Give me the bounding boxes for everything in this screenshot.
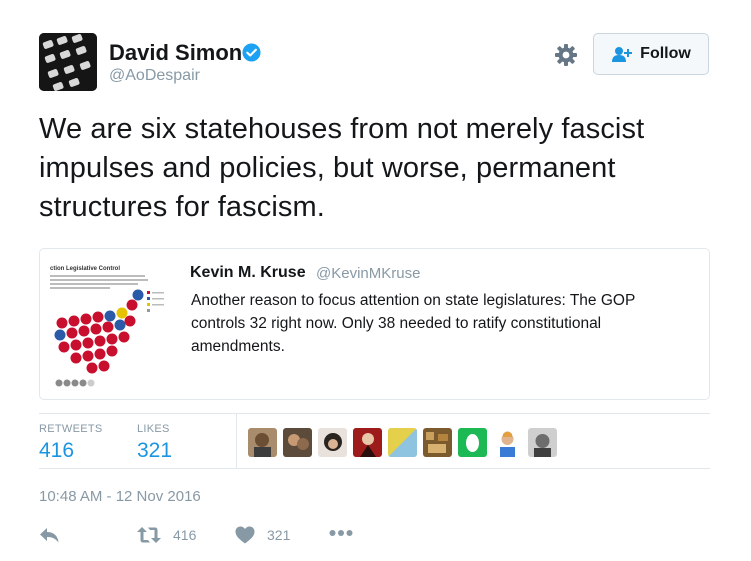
liker-avatar[interactable] bbox=[493, 428, 522, 457]
reply-button[interactable] bbox=[39, 526, 61, 544]
follow-button[interactable]: Follow bbox=[593, 33, 709, 75]
reply-icon bbox=[40, 528, 59, 543]
tweet-timestamp[interactable]: 10:48 AM - 12 Nov 2016 bbox=[39, 488, 201, 505]
stats-separator bbox=[236, 414, 237, 468]
likes-label[interactable]: LIKES bbox=[137, 423, 170, 435]
like-action-count: 321 bbox=[267, 527, 291, 543]
heart-icon bbox=[235, 526, 255, 544]
stats-bottom-divider bbox=[39, 468, 710, 469]
quoted-author-handle[interactable]: @KevinMKruse bbox=[316, 265, 420, 282]
liker-avatars bbox=[248, 428, 557, 457]
hex-map-image bbox=[50, 275, 164, 387]
retweet-icon bbox=[137, 527, 161, 543]
retweet-button[interactable]: 416 bbox=[137, 526, 196, 544]
quoted-tweet-card[interactable]: ction Legislative Control Kevin M. Kruse… bbox=[39, 248, 710, 400]
liker-avatar[interactable] bbox=[353, 428, 382, 457]
likes-count[interactable]: 321 bbox=[137, 439, 172, 463]
retweet-action-count: 416 bbox=[173, 527, 197, 543]
liker-avatar[interactable] bbox=[528, 428, 557, 457]
liker-avatar[interactable] bbox=[388, 428, 417, 457]
gear-icon[interactable] bbox=[554, 43, 578, 67]
retweets-count[interactable]: 416 bbox=[39, 439, 74, 463]
liker-avatar[interactable] bbox=[283, 428, 312, 457]
more-options-button[interactable] bbox=[329, 529, 353, 537]
stats-top-divider bbox=[39, 413, 710, 414]
liker-avatar[interactable] bbox=[318, 428, 347, 457]
liker-avatar[interactable] bbox=[458, 428, 487, 457]
author-name[interactable]: David Simon bbox=[109, 40, 242, 66]
liker-avatar[interactable] bbox=[423, 428, 452, 457]
tweet-text: We are six statehouses from not merely f… bbox=[39, 113, 645, 223]
quoted-author-name[interactable]: Kevin M. Kruse bbox=[190, 264, 306, 282]
retweets-label[interactable]: RETWEETS bbox=[39, 423, 103, 435]
more-dots-icon bbox=[329, 530, 353, 536]
quoted-tweet-text: Another reason to focus attention on sta… bbox=[191, 292, 636, 355]
liker-avatar[interactable] bbox=[248, 428, 277, 457]
author-avatar[interactable] bbox=[39, 33, 97, 91]
follow-label: Follow bbox=[640, 45, 691, 62]
add-user-icon bbox=[612, 47, 633, 62]
like-button[interactable]: 321 bbox=[235, 526, 290, 544]
quoted-tweet-thumbnail: ction Legislative Control bbox=[50, 261, 185, 388]
verified-badge-icon bbox=[242, 43, 261, 62]
author-handle[interactable]: @AoDespair bbox=[109, 67, 200, 85]
